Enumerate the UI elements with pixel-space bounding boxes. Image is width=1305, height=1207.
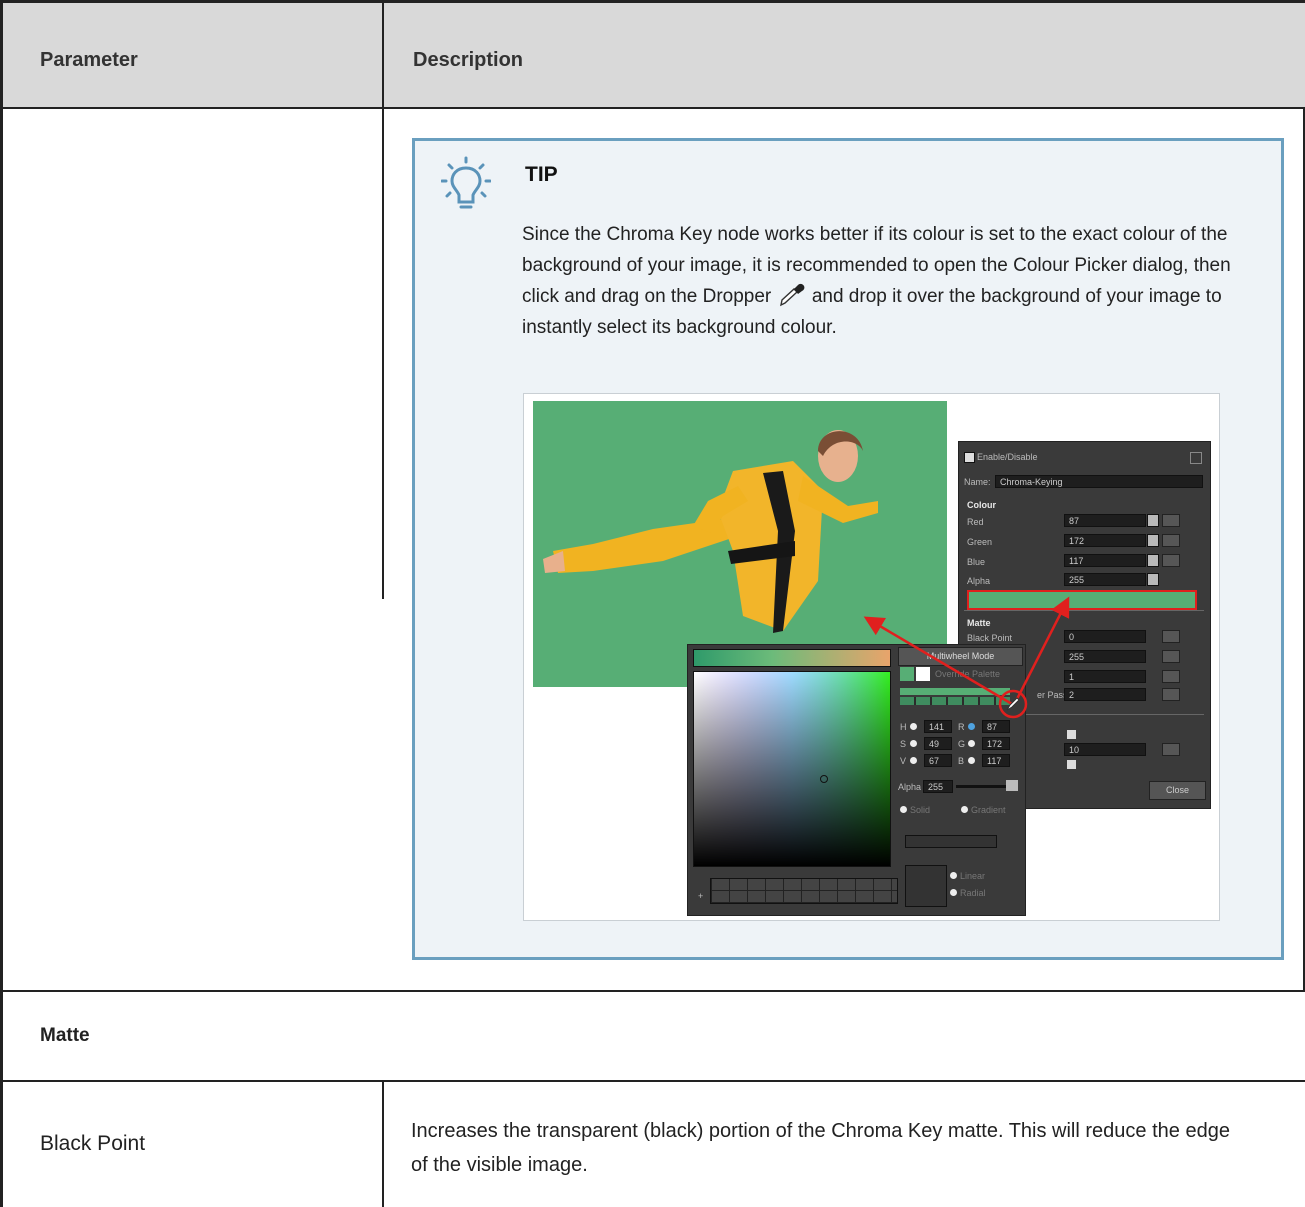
tip-text: Since the Chroma Key node works better i…: [522, 219, 1237, 343]
row-divider: [3, 990, 1305, 992]
table-header-row: Parameter Description: [3, 3, 1305, 109]
lightbulb-icon: [441, 156, 491, 209]
arrow-to-background: [863, 616, 1013, 706]
section-title-matte: Matte: [40, 1025, 90, 1046]
tip-title: TIP: [525, 163, 558, 186]
parameter-black-point: Black Point: [40, 1132, 146, 1155]
arrow-to-swatch: [1014, 596, 1070, 702]
annotation-arrows: [863, 596, 1070, 719]
tip-screenshot: Enable/Disable Name: Chroma-Keying Colou…: [523, 393, 1220, 921]
row-divider: [3, 1080, 1305, 1082]
header-description: Description: [413, 49, 524, 71]
dropper-icon: [779, 283, 804, 307]
tip-box: TIP Since the Chroma Key node works bett…: [412, 138, 1284, 960]
header-parameter: Parameter: [40, 49, 138, 71]
column-divider-top: [382, 3, 384, 599]
description-black-point: Increases the transparent (black) portio…: [411, 1120, 1230, 1176]
column-divider-bottom: [382, 1080, 384, 1207]
